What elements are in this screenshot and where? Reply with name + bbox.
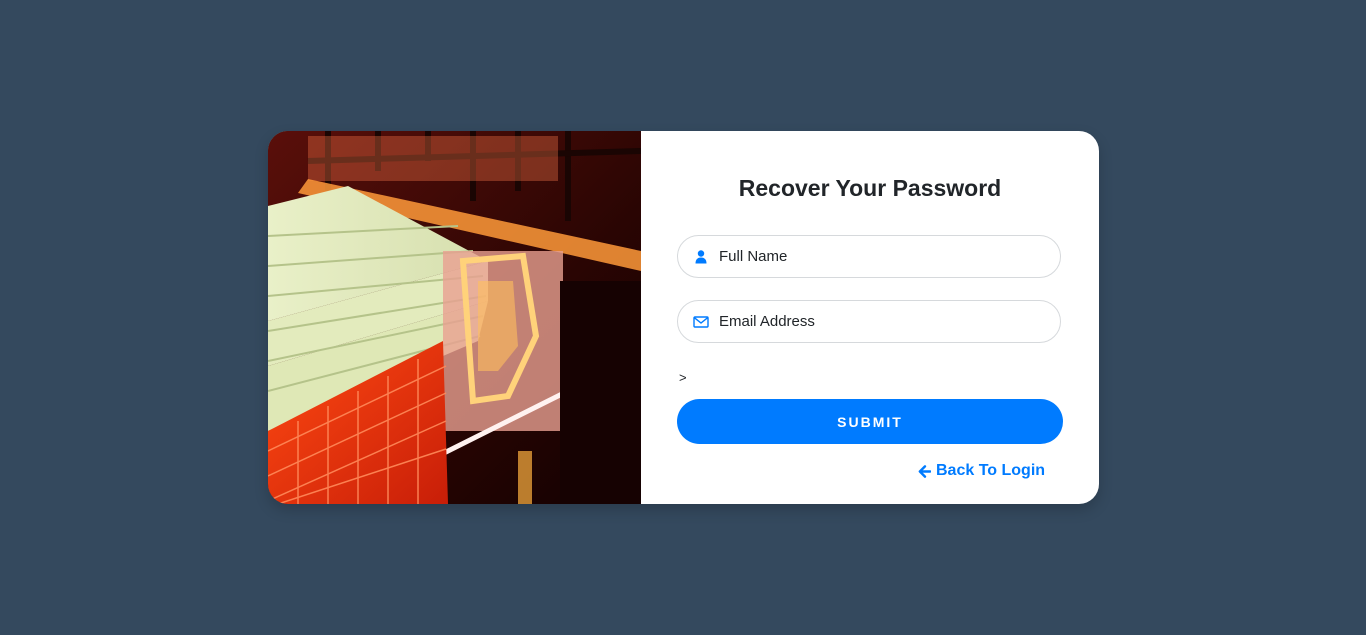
recover-password-card: Recover Your Password > SUBMIT Back To L… [268,131,1099,504]
full-name-input[interactable] [719,236,1039,277]
user-icon [695,250,707,264]
neon-building-photo [268,131,641,504]
back-to-login-link[interactable]: Back To Login [918,462,1045,480]
stray-text: > [679,370,687,385]
email-field[interactable] [677,300,1061,343]
envelope-icon [693,316,709,328]
recover-form-panel: Recover Your Password > SUBMIT Back To L… [641,131,1099,504]
full-name-field[interactable] [677,235,1061,278]
back-to-login-label: Back To Login [936,462,1046,479]
submit-button[interactable]: SUBMIT [677,399,1063,444]
page-title: Recover Your Password [738,175,1002,201]
email-input[interactable] [719,301,1039,342]
arrow-left-icon [918,464,931,478]
